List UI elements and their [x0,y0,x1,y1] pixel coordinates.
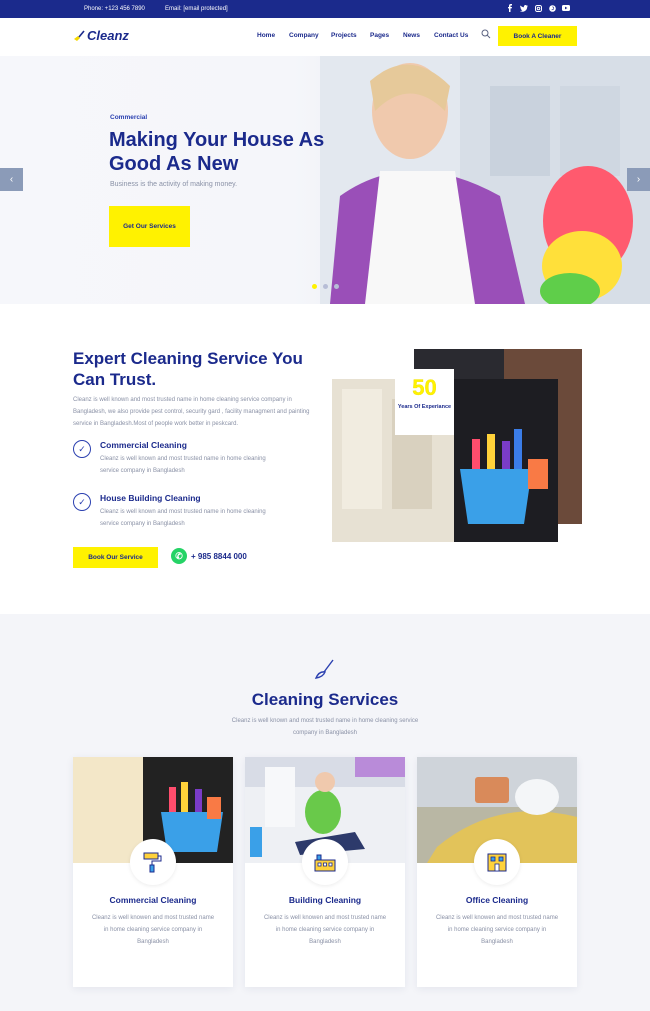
feature-description: Cleanz is well known and most trusted na… [100,456,266,474]
nav-item-company[interactable]: Company [289,32,319,39]
topbar-phone[interactable]: Phone: +123 456 7890 [84,6,145,12]
hero-title: Making Your House As Good As New [109,129,325,175]
nav-item-home[interactable]: Home [257,32,275,39]
slider-dots [312,284,339,289]
hero-subtitle: Business is the activity of making money… [110,181,238,188]
building-icon [314,854,336,872]
service-title: Commercial Cleaning [109,895,197,905]
hero-slider: Commercial Making Your House As Good As … [0,56,650,304]
hero-tag: Commercial [110,114,148,121]
broom-icon [314,659,334,679]
paint-roller-icon [143,852,162,873]
experience-label: Years Of Experiance [397,404,452,410]
main-header: Cleanz Home Company Projects Pages News … [0,18,650,56]
pinterest-icon[interactable] [548,4,556,12]
broom-logo-icon [74,29,85,41]
services-lead: Cleanz is well known and most trusted na… [0,715,650,739]
services-lead-text: Cleanz is well known and most trusted na… [231,718,419,736]
logo-text: Cleanz [87,28,129,43]
service-icon-wrap [302,839,348,885]
office-icon [487,853,507,872]
slider-dot-1[interactable] [312,284,317,289]
service-title: Building Cleaning [288,895,362,905]
book-service-button[interactable]: Book Our Service [73,547,158,568]
check-icon: ✓ [73,440,91,458]
topbar-email[interactable]: Email: [email protected] [165,6,228,12]
about-title: Expert Cleaning Service You Can Trust. [73,349,303,389]
book-cleaner-button[interactable]: Book A Cleaner [498,26,577,46]
service-card-building[interactable]: Building Cleaning Cleanz is well knowen … [245,757,405,987]
whatsapp-phone[interactable]: ✆ + 985 8844 000 [171,548,247,564]
service-icon-wrap [474,839,520,885]
service-description: Cleanz is well knowen and most trusted n… [435,915,559,945]
whatsapp-icon: ✆ [171,548,187,564]
nav-item-pages[interactable]: Pages [370,32,389,39]
search-icon[interactable] [481,29,491,39]
about-images [332,349,582,542]
experience-badge: 50 Years Of Experiance [395,369,454,435]
feature-description: Cleanz is well known and most trusted na… [100,509,266,527]
service-description: Cleanz is well knowen and most trusted n… [91,915,215,945]
slider-next-arrow[interactable]: › [627,168,650,191]
services-section: Cleaning Services Cleanz is well known a… [0,614,650,1011]
feature-title: Commercial Cleaning [100,440,187,450]
slider-prev-arrow[interactable]: ‹ [0,168,23,191]
youtube-icon[interactable] [562,4,570,12]
nav-item-projects[interactable]: Projects [331,32,357,39]
slider-dot-2[interactable] [323,284,328,289]
nav-item-contact-us[interactable]: Contact Us [434,32,468,39]
phone-number: + 985 8844 000 [191,551,247,561]
about-section: Expert Cleaning Service You Can Trust. C… [0,304,650,614]
nav-item-news[interactable]: News [403,32,420,39]
top-bar: Phone: +123 456 7890 Email: [email prote… [0,0,650,18]
services-title: Cleaning Services [251,690,399,709]
service-card-office[interactable]: Office Cleaning Cleanz is well knowen an… [417,757,577,987]
facebook-icon[interactable] [506,4,514,12]
check-icon: ✓ [73,493,91,511]
get-services-button[interactable]: Get Our Services [109,206,190,247]
experience-years: 50 [412,375,437,400]
service-title: Office Cleaning [465,895,529,905]
service-description: Cleanz is well knowen and most trusted n… [263,915,387,945]
instagram-icon[interactable] [534,4,542,12]
feature-title: House Building Cleaning [100,493,201,503]
social-links [506,4,570,12]
service-icon-wrap [130,839,176,885]
hero-image [320,56,650,304]
twitter-icon[interactable] [520,4,528,12]
slider-dot-3[interactable] [334,284,339,289]
service-card-commercial[interactable]: Commercial Cleaning Cleanz is well knowe… [73,757,233,987]
about-description: Cleanz is well known and most trusted na… [73,397,310,427]
logo[interactable]: Cleanz [73,28,129,43]
